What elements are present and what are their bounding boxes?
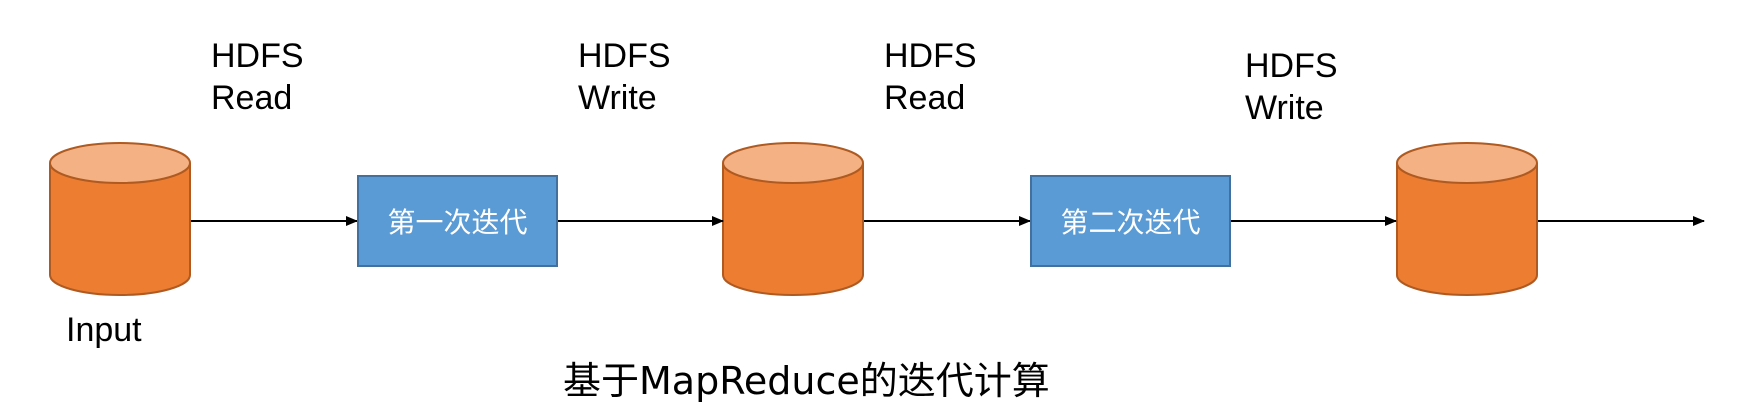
storage-cylinder-input (49, 142, 191, 296)
hdfs-read-label-1: HDFS Read (211, 37, 304, 117)
hdfs-write-label-1: HDFS Write (578, 37, 671, 117)
first-iteration-box: 第一次迭代 (357, 175, 558, 267)
diagram-caption: 基于MapReduce的迭代计算 (563, 359, 1050, 403)
first-iteration-label: 第一次迭代 (387, 206, 528, 239)
input-label: Input (66, 311, 142, 349)
second-iteration-label: 第二次迭代 (1060, 206, 1201, 239)
hdfs-write-label-2: HDFS Write (1245, 47, 1338, 127)
hdfs-read-label-2: HDFS Read (884, 37, 977, 117)
storage-cylinder-output (1396, 142, 1538, 296)
second-iteration-box: 第二次迭代 (1030, 175, 1231, 267)
storage-cylinder-intermediate (722, 142, 864, 296)
